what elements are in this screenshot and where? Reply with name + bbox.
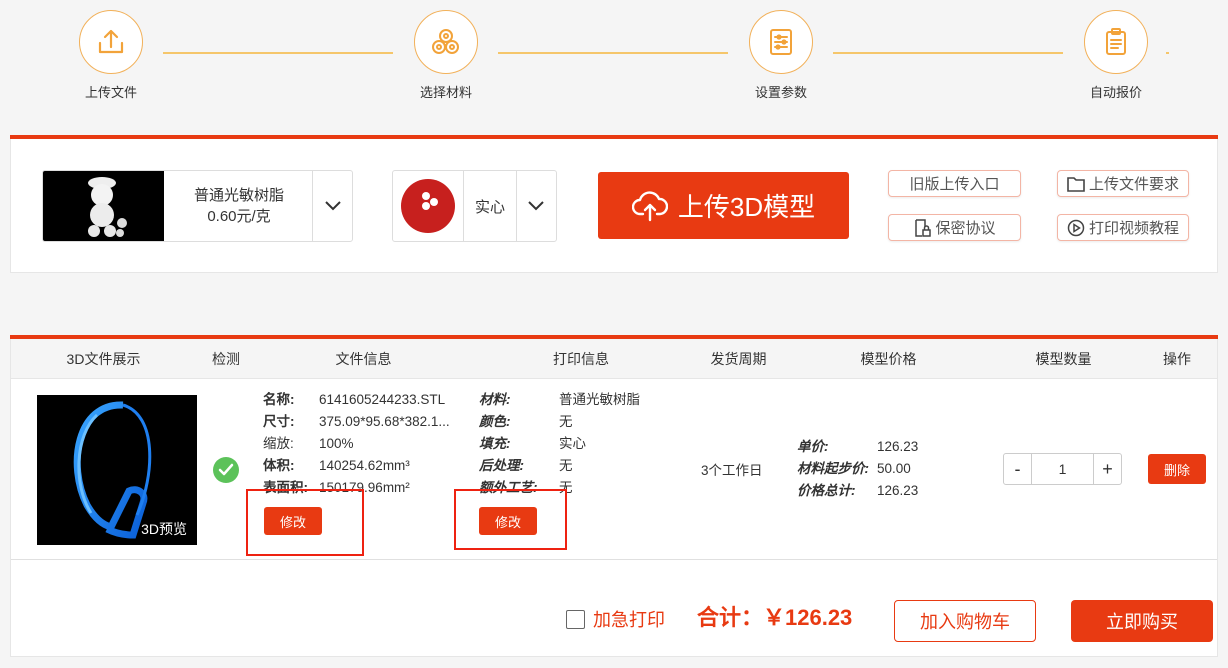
file-requirements-label: 上传文件要求 — [1088, 176, 1179, 193]
file-info-value: 375.09*95.68*382.1... — [319, 414, 450, 429]
step-auto-quote: 自动报价 — [1056, 10, 1176, 101]
delete-button[interactable]: 删除 — [1148, 454, 1206, 484]
checkbox-box[interactable] — [566, 609, 585, 629]
fill-label: 实心 — [464, 171, 517, 241]
table-header: 3D文件展示 检测 文件信息 打印信息 发货周期 模型价格 模型数量 操作 — [11, 339, 1217, 379]
material-price: 0.60元/克 — [207, 208, 271, 225]
settings-sliders-icon — [749, 10, 813, 74]
play-circle-icon — [1067, 219, 1085, 236]
file-info-value: 140254.62mm³ — [319, 458, 410, 473]
step-connector — [163, 52, 393, 54]
check-success-icon — [213, 457, 239, 483]
table-row: 3D预览 名称: 6141605244233.STL 尺寸: 375.09*95… — [11, 379, 1217, 560]
fill-selector[interactable]: 实心 — [392, 170, 557, 242]
price-value: 50.00 — [877, 461, 911, 476]
order-total: 合计：￥126.23 — [697, 605, 853, 630]
step-connector — [833, 52, 1063, 54]
file-info-key: 尺寸: — [263, 414, 295, 429]
column-header: 打印信息 — [553, 351, 609, 367]
quantity-stepper[interactable]: - 1 + — [1003, 453, 1122, 485]
print-info-key: 材料: — [479, 392, 511, 407]
step-connector — [498, 52, 728, 54]
step-label: 选择材料 — [419, 85, 472, 100]
file-info-key: 名称: — [263, 392, 295, 407]
document-lock-icon — [915, 218, 932, 237]
column-header: 操作 — [1163, 351, 1191, 367]
quantity-input[interactable]: 1 — [1031, 454, 1094, 484]
progress-steps: 上传文件 选择材料 设置参数 自动报价 — [0, 0, 1228, 120]
price-value: 126.23 — [877, 483, 919, 498]
privacy-label: 保密协议 — [935, 220, 996, 237]
price-value: 126.23 — [877, 439, 919, 454]
decrement-button[interactable]: - — [1004, 454, 1031, 484]
print-info-key: 颜色: — [479, 414, 511, 429]
file-info: 名称: 6141605244233.STL 尺寸: 375.09*95.68*3… — [263, 389, 473, 499]
step-label: 自动报价 — [1089, 85, 1142, 100]
bowling-ball-icon — [393, 171, 464, 241]
urgent-print-checkbox[interactable]: 加急打印 — [566, 606, 665, 632]
step-connector — [1166, 52, 1169, 54]
model-3d-preview[interactable]: 3D预览 — [37, 395, 197, 545]
cloud-upload-icon — [631, 190, 668, 221]
column-header: 文件信息 — [335, 351, 392, 367]
increment-button[interactable]: + — [1094, 454, 1121, 484]
model-table: 3D文件展示 检测 文件信息 打印信息 发货周期 模型价格 模型数量 操作 3D… — [10, 339, 1218, 657]
material-rolls-icon — [414, 10, 478, 74]
highlight-box — [246, 489, 364, 556]
add-to-cart-button[interactable]: 加入购物车 — [894, 600, 1036, 642]
privacy-agreement-link[interactable]: 保密协议 — [888, 214, 1021, 241]
material-name: 普通光敏树脂 — [193, 187, 284, 204]
old-upload-link[interactable]: 旧版上传入口 — [888, 170, 1021, 197]
preview-label: 3D预览 — [141, 521, 187, 537]
upload-icon — [79, 10, 143, 74]
material-thumbnail — [43, 171, 164, 241]
clipboard-icon — [1084, 10, 1148, 74]
print-info-value: 无 — [559, 458, 573, 473]
highlight-box — [454, 489, 567, 550]
step-select-material: 选择材料 — [386, 10, 506, 101]
upload-button-label: 上传3D模型 — [677, 192, 816, 222]
chevron-down-icon[interactable] — [516, 171, 556, 241]
print-info-value: 普通光敏树脂 — [559, 392, 640, 407]
folder-icon — [1067, 176, 1085, 192]
urgent-print-label: 加急打印 — [593, 610, 665, 630]
price-key: 材料起步价: — [797, 461, 869, 476]
column-header: 模型数量 — [1035, 351, 1092, 367]
file-info-value: 6141605244233.STL — [319, 392, 446, 407]
file-info-key: 体积: — [263, 458, 295, 473]
price-key: 单价: — [797, 439, 829, 454]
column-header: 发货周期 — [710, 351, 767, 367]
file-info-value: 100% — [319, 436, 354, 451]
step-set-params: 设置参数 — [721, 10, 841, 101]
print-info-value: 无 — [559, 414, 573, 429]
video-tutorial-label: 打印视频教程 — [1088, 220, 1179, 237]
print-info: 材料: 普通光敏树脂 颜色: 无 填充: 实心 后处理: 无 额外工艺: 无 — [479, 389, 679, 499]
price-key: 价格总计: — [797, 483, 856, 498]
material-selector[interactable]: 普通光敏树脂 0.60元/克 — [42, 170, 353, 242]
print-info-value: 实心 — [559, 436, 586, 451]
old-upload-label: 旧版上传入口 — [909, 176, 1000, 193]
order-footer: 加急打印 合计：￥126.23 加入购物车 立即购买 — [11, 560, 1217, 656]
video-tutorial-link[interactable]: 打印视频教程 — [1057, 214, 1189, 241]
file-requirements-link[interactable]: 上传文件要求 — [1057, 170, 1189, 197]
upload-panel: 普通光敏树脂 0.60元/克 实心 上传3D模型 旧版上传入口 上传文件要求 保… — [10, 139, 1218, 273]
chevron-down-icon[interactable] — [312, 171, 352, 241]
column-header: 模型价格 — [860, 351, 917, 367]
file-info-key: 缩放: — [263, 436, 294, 451]
material-info: 普通光敏树脂 0.60元/克 — [164, 171, 314, 241]
model-price: 单价: 126.23 材料起步价: 50.00 价格总计: 126.23 — [797, 436, 957, 502]
step-label: 设置参数 — [754, 85, 807, 100]
column-header: 检测 — [212, 351, 240, 367]
step-label: 上传文件 — [84, 85, 137, 100]
upload-3d-model-button[interactable]: 上传3D模型 — [598, 172, 849, 239]
print-info-key: 后处理: — [479, 458, 524, 473]
column-header: 3D文件展示 — [66, 351, 141, 367]
buy-now-button[interactable]: 立即购买 — [1071, 600, 1213, 642]
step-upload-file: 上传文件 — [51, 10, 171, 101]
delivery-cycle: 3个工作日 — [701, 463, 763, 478]
print-info-key: 填充: — [479, 436, 511, 451]
